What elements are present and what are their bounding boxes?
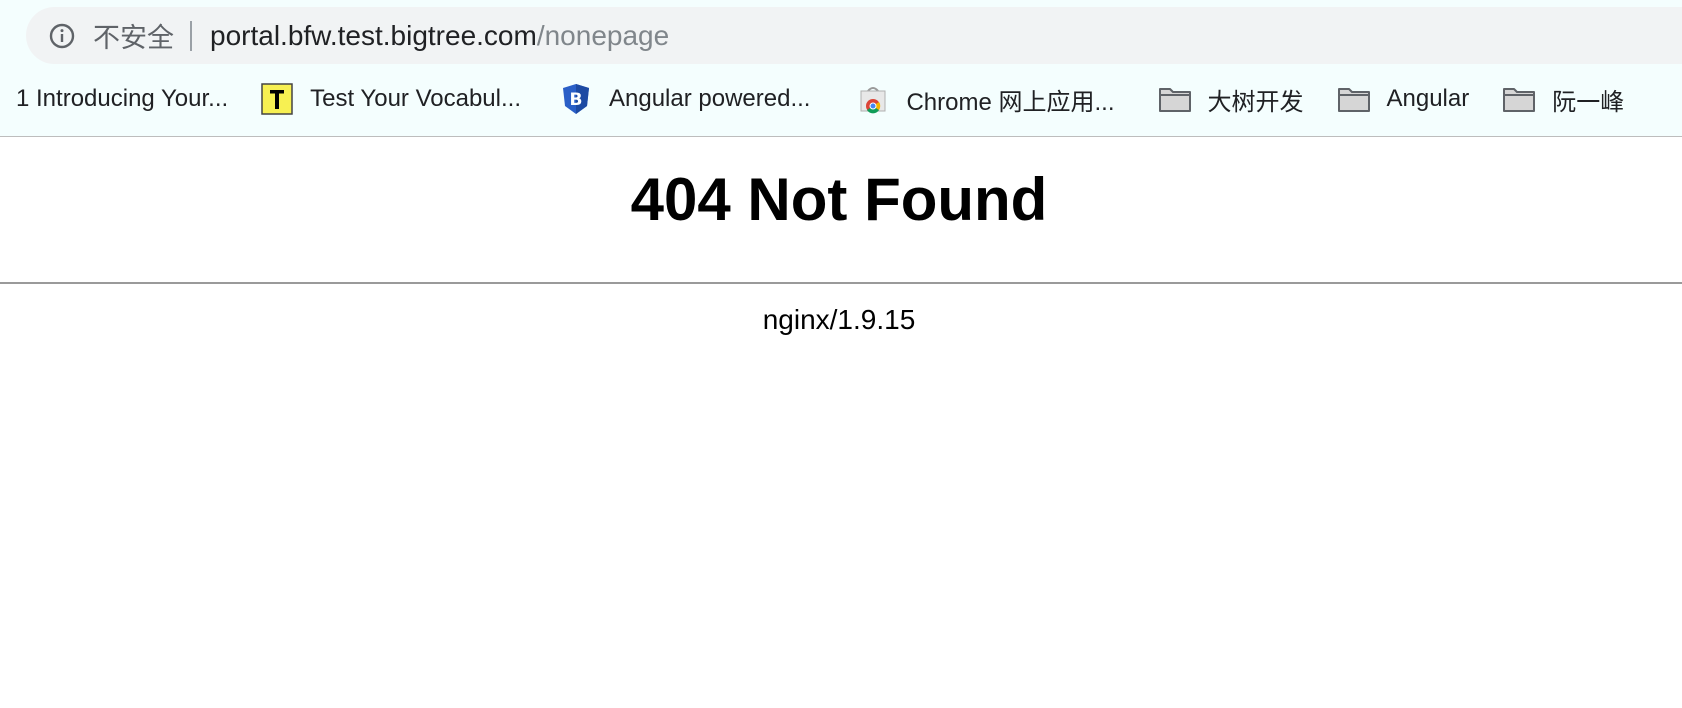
url-text[interactable]: portal.bfw.test.bigtree.com/nonepage (210, 20, 669, 52)
horizontal-rule (0, 282, 1682, 284)
bookmark-label: Angular powered... (609, 85, 811, 112)
bookmark-folder-ruanyifeng[interactable]: 阮一峰 (1502, 82, 1624, 117)
bookmark-label: 阮一峰 (1552, 88, 1625, 116)
bookmark-folder-angular[interactable]: Angular (1337, 82, 1470, 116)
bootstrap-shield-icon: B (559, 82, 593, 116)
bookmark-label: 大树开发 (1207, 88, 1304, 116)
browser-toolbar: 不安全 portal.bfw.test.bigtree.com/nonepage… (0, 0, 1682, 137)
bookmark-label: Chrome 网上应用... (906, 88, 1115, 116)
error-heading: 404 Not Found (630, 166, 1048, 233)
bookmark-test-vocabulary[interactable]: Test Your Vocabul... (260, 82, 521, 116)
bookmark-chrome-web-store[interactable]: Chrome 网上应用... (856, 82, 1115, 117)
divider (190, 20, 192, 51)
folder-icon (1337, 82, 1371, 116)
address-bar[interactable]: 不安全 portal.bfw.test.bigtree.com/nonepage (26, 7, 1682, 64)
svg-text:B: B (570, 90, 583, 110)
url-host: portal.bfw.test.bigtree.com (210, 19, 537, 51)
bookmark-label: Angular (1386, 85, 1470, 112)
bookmark-folder-dashu[interactable]: 大树开发 (1158, 82, 1304, 117)
folder-icon (1502, 82, 1536, 116)
server-signature: nginx/1.9.15 (762, 304, 916, 335)
bookmarks-bar: 1 Introducing Your... Test Your Vocabul.… (0, 80, 1682, 118)
bookmark-angular-powered[interactable]: B Angular powered... (559, 82, 810, 116)
url-path: /nonepage (536, 19, 670, 51)
security-label[interactable]: 不安全 (93, 16, 174, 55)
bookmark-label: Test Your Vocabul... (310, 85, 521, 112)
bookmark-introducing[interactable]: 1 Introducing Your... (16, 85, 228, 113)
t-badge-icon (260, 82, 294, 116)
info-icon[interactable] (49, 23, 75, 49)
bookmark-label: 1 Introducing Your... (16, 85, 229, 112)
page-content: 404 Not Found nginx/1.9.15 (0, 160, 1682, 336)
folder-icon (1158, 82, 1192, 116)
chrome-web-store-icon (856, 82, 890, 116)
